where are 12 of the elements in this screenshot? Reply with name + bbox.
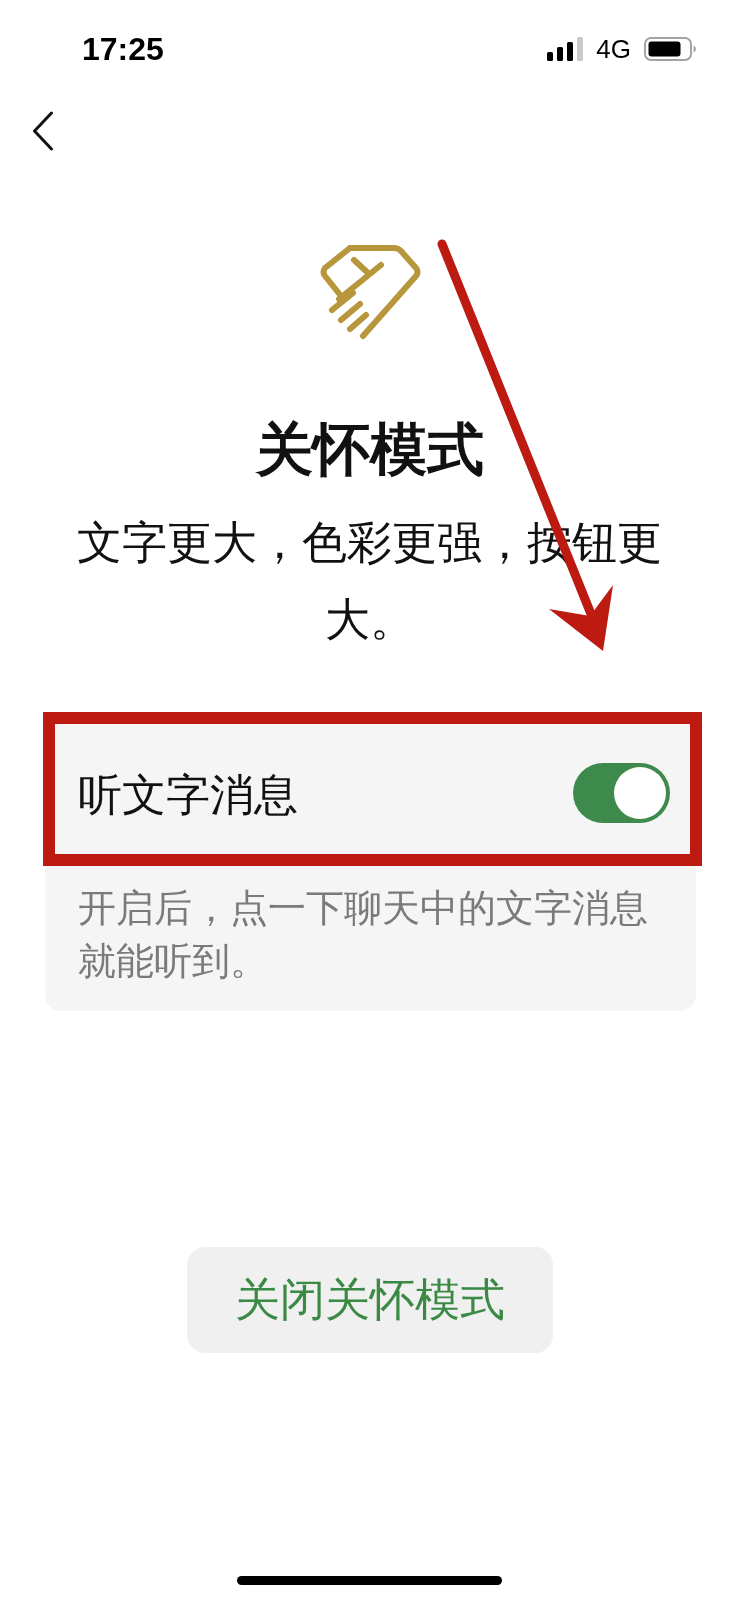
hand-heart-icon bbox=[318, 245, 421, 341]
close-mode-button[interactable]: 关闭关怀模式 bbox=[186, 1247, 553, 1353]
setting-label: 听文字消息 bbox=[78, 767, 298, 822]
battery-icon bbox=[644, 37, 696, 61]
setting-description: 开启后，点一下聊天中的文字消息就能听到。 bbox=[77, 885, 649, 985]
back-button[interactable] bbox=[32, 111, 54, 151]
status-time: 17:25 bbox=[82, 30, 164, 68]
toggle-switch[interactable] bbox=[573, 763, 670, 823]
signal-icon bbox=[547, 37, 584, 61]
back-icon bbox=[32, 111, 54, 151]
page-title: 关怀模式 bbox=[254, 416, 485, 483]
network-label: 4G bbox=[596, 33, 631, 65]
